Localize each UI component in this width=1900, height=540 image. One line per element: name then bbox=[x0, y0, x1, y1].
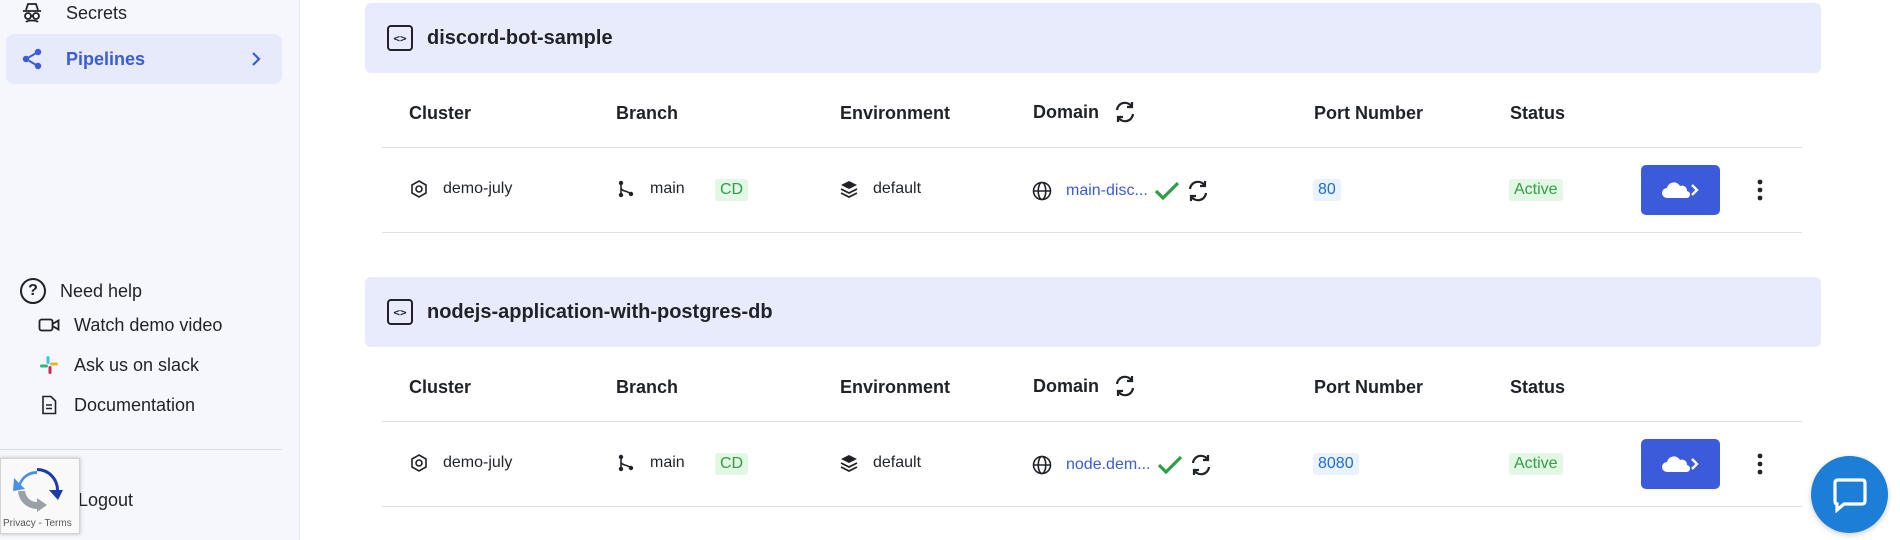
branch-cell: main bbox=[616, 179, 685, 199]
cluster-cell: demo-july bbox=[409, 453, 512, 473]
refresh-domain-icon[interactable] bbox=[1186, 179, 1210, 203]
column-header-cluster: Cluster bbox=[409, 103, 472, 123]
environment-cell: default bbox=[839, 453, 921, 473]
port-badge: 80 bbox=[1313, 179, 1341, 201]
port-badge: 8080 bbox=[1313, 453, 1359, 475]
column-header-branch: Branch bbox=[616, 103, 679, 123]
status-badge: Active bbox=[1509, 453, 1563, 475]
check-icon bbox=[1154, 180, 1180, 202]
watch-demo-link[interactable]: Watch demo video bbox=[38, 314, 222, 336]
pipeline-name[interactable]: nodejs-application-with-postgres-db bbox=[427, 301, 773, 324]
column-header-branch: Branch bbox=[616, 377, 679, 397]
row-divider bbox=[382, 506, 1802, 507]
row-divider bbox=[382, 147, 1802, 148]
deploy-button[interactable] bbox=[1641, 165, 1720, 215]
cluster-cell: demo-july bbox=[409, 179, 512, 199]
column-header-port: Port Number bbox=[1314, 377, 1424, 397]
slack-icon bbox=[38, 354, 60, 376]
code-icon: <> bbox=[387, 299, 413, 325]
column-header-cluster: Cluster bbox=[409, 377, 472, 397]
environment-cell: default bbox=[839, 179, 921, 199]
row-divider bbox=[382, 421, 1802, 422]
row-divider bbox=[382, 232, 1802, 233]
column-header-port: Port Number bbox=[1314, 103, 1424, 123]
video-icon bbox=[38, 314, 60, 336]
column-header-domain: Domain bbox=[1033, 374, 1137, 398]
cloud-chevron-icon bbox=[1661, 456, 1699, 473]
chat-bubble-icon bbox=[1832, 477, 1867, 513]
sidebar-divider bbox=[0, 449, 282, 450]
domain-link[interactable]: node.dem... bbox=[1066, 456, 1151, 474]
chat-launcher-button[interactable] bbox=[1811, 456, 1888, 533]
refresh-icon[interactable] bbox=[1113, 374, 1137, 398]
more-options-icon[interactable] bbox=[1750, 175, 1770, 205]
cloud-chevron-icon bbox=[1661, 182, 1699, 199]
domain-link[interactable]: main-disc... bbox=[1066, 182, 1148, 200]
recaptcha-terms[interactable]: Privacy - Terms bbox=[3, 518, 72, 529]
domain-cell: main-disc... bbox=[1032, 179, 1210, 203]
globe-icon bbox=[1032, 455, 1052, 475]
question-icon: ? bbox=[20, 278, 46, 304]
globe-icon bbox=[1032, 181, 1052, 201]
secrets-icon bbox=[18, 0, 46, 27]
layers-icon bbox=[839, 179, 859, 199]
document-icon bbox=[38, 394, 60, 416]
help-section-title: ? Need help bbox=[20, 278, 142, 304]
share-nodes-icon bbox=[18, 45, 46, 73]
slack-link[interactable]: Ask us on slack bbox=[38, 354, 199, 376]
logout-button[interactable]: Logout bbox=[78, 490, 133, 511]
sidebar-item-secrets[interactable]: Secrets bbox=[6, 0, 282, 38]
status-badge: Active bbox=[1509, 179, 1563, 201]
recaptcha-icon bbox=[11, 467, 63, 518]
refresh-domain-icon[interactable] bbox=[1189, 453, 1213, 477]
code-icon: <> bbox=[387, 25, 413, 51]
domain-cell: node.dem... bbox=[1032, 453, 1213, 477]
pipeline-card-header: <> nodejs-application-with-postgres-db bbox=[365, 277, 1821, 347]
branch-cell: main bbox=[616, 453, 685, 473]
column-header-status: Status bbox=[1510, 377, 1566, 397]
chevron-right-icon bbox=[246, 49, 266, 74]
pipeline-name[interactable]: discord-bot-sample bbox=[427, 27, 613, 50]
cd-badge: CD bbox=[715, 453, 749, 475]
recaptcha-badge[interactable]: Privacy - Terms bbox=[0, 458, 80, 534]
more-options-icon[interactable] bbox=[1750, 449, 1770, 479]
git-branch-icon bbox=[616, 179, 636, 199]
cd-badge: CD bbox=[715, 179, 749, 201]
check-icon bbox=[1157, 454, 1183, 476]
git-branch-icon bbox=[616, 453, 636, 473]
layers-icon bbox=[839, 453, 859, 473]
column-header-status: Status bbox=[1510, 103, 1566, 123]
deploy-button[interactable] bbox=[1641, 439, 1720, 489]
documentation-link[interactable]: Documentation bbox=[38, 394, 195, 416]
column-header-environment: Environment bbox=[840, 103, 951, 123]
cluster-icon bbox=[409, 179, 429, 199]
refresh-icon[interactable] bbox=[1113, 100, 1137, 124]
column-header-environment: Environment bbox=[840, 377, 951, 397]
cluster-icon bbox=[409, 453, 429, 473]
sidebar-item-pipelines[interactable]: Pipelines bbox=[6, 34, 282, 84]
sidebar-item-label: Pipelines bbox=[66, 48, 146, 69]
sidebar-item-label: Secrets bbox=[66, 2, 128, 23]
pipeline-card-header: <> discord-bot-sample bbox=[365, 3, 1821, 73]
column-header-domain: Domain bbox=[1033, 100, 1137, 124]
